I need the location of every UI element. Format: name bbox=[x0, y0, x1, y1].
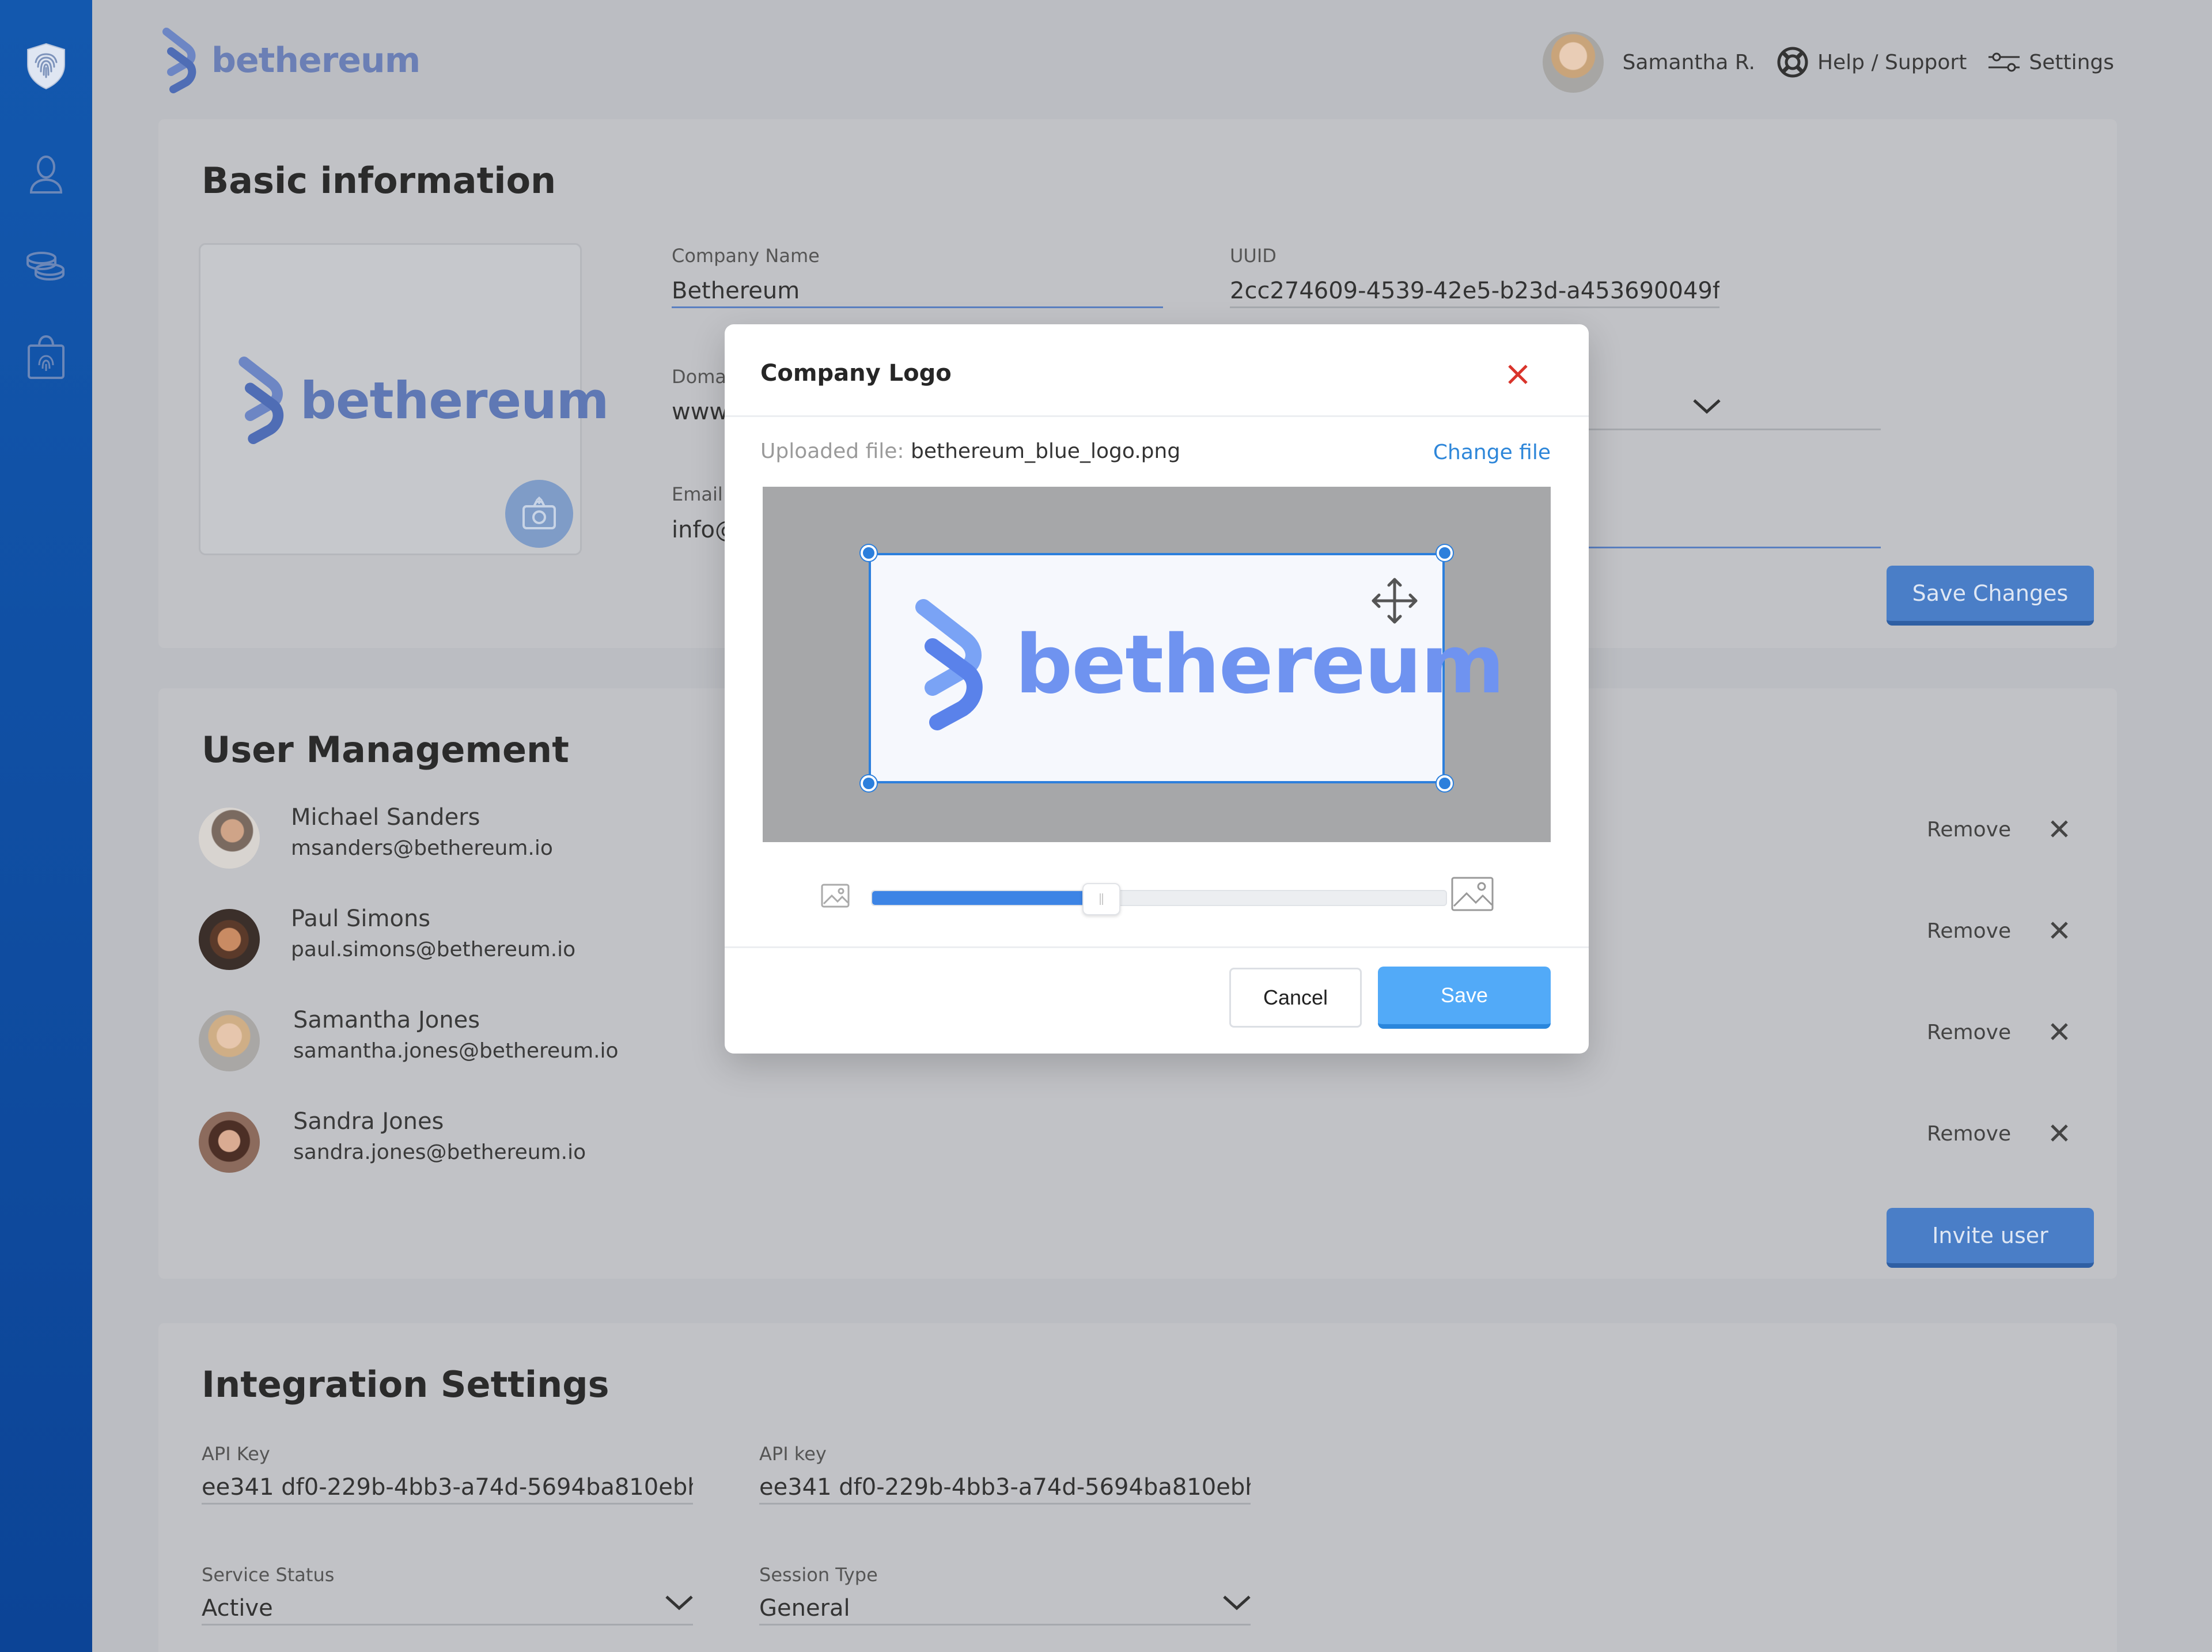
image-small-icon[interactable] bbox=[820, 883, 850, 908]
image-large-icon[interactable] bbox=[1450, 876, 1494, 912]
zoom-control bbox=[820, 869, 1494, 915]
crop-handle-bottom-left[interactable] bbox=[861, 775, 877, 791]
divider bbox=[725, 415, 1589, 417]
zoom-slider-handle[interactable] bbox=[1082, 883, 1121, 915]
app-window: bethereum Samantha R. Help / Support Set… bbox=[0, 0, 2212, 1652]
save-button[interactable]: Save bbox=[1378, 967, 1551, 1029]
cancel-button[interactable]: Cancel bbox=[1229, 968, 1362, 1028]
company-logo-modal: Company Logo Uploaded file: bethereum_bl… bbox=[725, 324, 1589, 1054]
crop-handle-bottom-right[interactable] bbox=[1437, 775, 1453, 791]
move-icon[interactable] bbox=[1369, 575, 1421, 627]
zoom-slider[interactable] bbox=[871, 883, 1447, 915]
uploaded-file-info: Uploaded file: bethereum_blue_logo.png bbox=[760, 439, 1180, 463]
close-icon[interactable] bbox=[1503, 360, 1532, 389]
uploaded-file-name: bethereum_blue_logo.png bbox=[911, 439, 1181, 463]
crop-box[interactable]: bethereum bbox=[861, 545, 1505, 791]
crop-logo-text: bethereum bbox=[1015, 617, 1505, 712]
bethereum-mark-icon bbox=[915, 599, 983, 730]
zoom-slider-fill bbox=[872, 891, 1102, 905]
crop-handle-top-right[interactable] bbox=[1437, 545, 1453, 561]
modal-title: Company Logo bbox=[760, 360, 952, 387]
uploaded-file-label: Uploaded file: bbox=[760, 439, 904, 463]
crop-area[interactable]: bethereum bbox=[763, 487, 1551, 842]
divider bbox=[725, 946, 1589, 948]
crop-handle-top-left[interactable] bbox=[861, 545, 877, 561]
change-file-link[interactable]: Change file bbox=[1433, 441, 1551, 464]
